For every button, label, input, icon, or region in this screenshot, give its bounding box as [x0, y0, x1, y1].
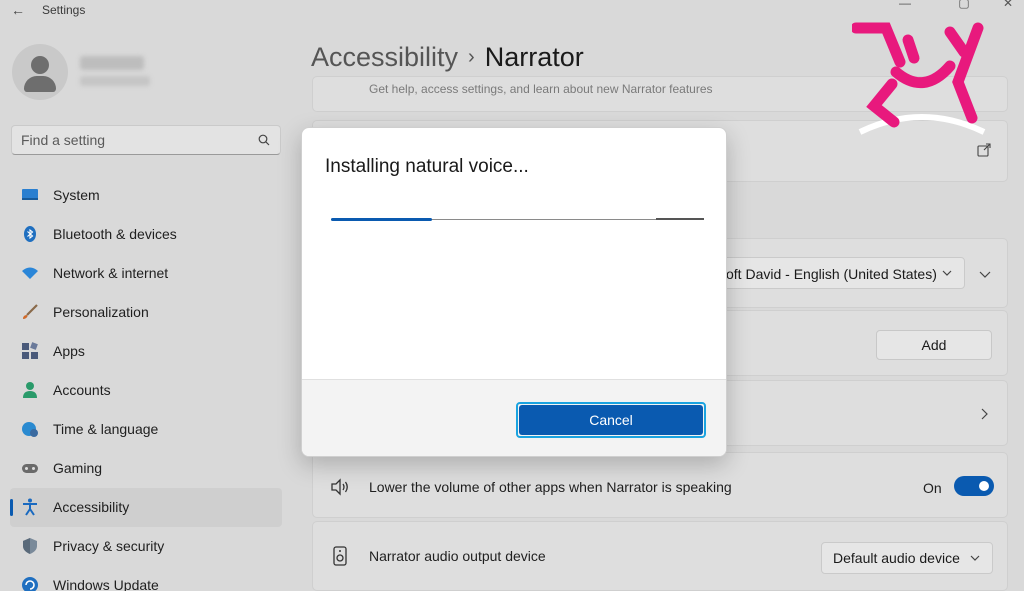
dialog-title: Installing natural voice... — [325, 156, 529, 177]
speaker-icon — [333, 546, 347, 566]
sidebar-item-label: Apps — [53, 343, 85, 359]
gamepad-icon — [22, 464, 38, 473]
sidebar-item-system[interactable]: System — [10, 176, 282, 215]
search-box[interactable] — [11, 125, 281, 155]
sidebar-item-label: Gaming — [53, 460, 103, 476]
voice-select[interactable]: oft David - English (United States) — [717, 257, 965, 289]
back-arrow-icon[interactable]: ← — [8, 0, 28, 20]
window-title: Settings — [42, 3, 86, 17]
audio-device-select[interactable]: Default audio device — [821, 542, 993, 574]
sidebar-item-label: Bluetooth & devices — [53, 226, 177, 242]
breadcrumb-separator: › — [468, 46, 475, 68]
chevron-right-icon — [981, 408, 988, 420]
lower-volume-toggle[interactable] — [954, 476, 994, 496]
close-button[interactable]: ✕ — [996, 0, 1020, 10]
chevron-down-icon — [942, 270, 952, 276]
toggle-knob — [979, 481, 989, 491]
maximize-button[interactable]: ▢ — [952, 0, 976, 10]
profile-email-redacted — [80, 76, 150, 86]
search-input[interactable] — [21, 131, 241, 149]
sidebar-item-accessibility[interactable]: Accessibility — [10, 488, 282, 527]
title-bar: ← Settings — ▢ ✕ — [0, 0, 1024, 22]
accessibility-icon — [23, 498, 37, 516]
shield-icon — [23, 538, 37, 554]
cancel-button[interactable]: Cancel — [516, 402, 706, 438]
progress-fill — [331, 218, 432, 221]
sidebar-item-label: Accounts — [53, 382, 111, 398]
sidebar-item-gaming[interactable]: Gaming — [10, 449, 282, 488]
lower-volume-card: Lower the volume of other apps when Narr… — [312, 452, 1008, 518]
breadcrumb: Accessibility › Narrator — [311, 42, 584, 73]
wifi-icon — [22, 267, 38, 279]
toggle-state-label: On — [923, 480, 942, 496]
audio-device-label: Narrator audio output device — [369, 548, 546, 564]
chevron-down-icon — [970, 555, 980, 561]
monitor-icon — [22, 189, 38, 200]
add-button[interactable]: Add — [876, 330, 992, 360]
avatar-head — [31, 56, 49, 74]
audio-device-value: Default audio device — [833, 550, 960, 566]
sidebar-item-accounts[interactable]: Accounts — [10, 371, 282, 410]
audio-device-card: Narrator audio output device Default aud… — [312, 521, 1008, 591]
sidebar-item-bluetooth[interactable]: Bluetooth & devices — [10, 215, 282, 254]
sidebar-item-label: Time & language — [53, 421, 159, 437]
progress-track-end — [656, 218, 704, 220]
cancel-button-label: Cancel — [519, 405, 703, 435]
sidebar-item-label: Network & internet — [53, 265, 169, 281]
expand-chevron-icon[interactable] — [979, 268, 991, 280]
sidebar-nav: System Bluetooth & devices Network & int… — [10, 176, 282, 591]
sidebar-item-label: Accessibility — [53, 499, 130, 515]
sidebar-item-label: Personalization — [53, 304, 149, 320]
page-title: Narrator — [484, 42, 584, 72]
selection-indicator — [10, 499, 13, 516]
bluetooth-icon — [24, 226, 36, 242]
sidebar-item-label: Windows Update — [53, 577, 159, 591]
dialog-footer: Cancel — [302, 379, 726, 456]
watermark-logo — [852, 22, 986, 135]
breadcrumb-parent[interactable]: Accessibility — [311, 42, 458, 72]
minimize-button[interactable]: — — [893, 0, 917, 10]
apps-icon — [22, 342, 38, 359]
sidebar-item-privacy[interactable]: Privacy & security — [10, 527, 282, 566]
narrator-home-description: Get help, access settings, and learn abo… — [369, 82, 713, 96]
sidebar-item-label: Privacy & security — [53, 538, 165, 554]
globe-clock-icon — [22, 422, 38, 437]
sidebar-item-windows-update[interactable]: Windows Update — [10, 566, 282, 591]
sidebar-item-label: System — [53, 187, 100, 203]
voice-select-value: oft David - English (United States) — [726, 266, 937, 282]
brush-icon — [23, 304, 38, 319]
lower-volume-label: Lower the volume of other apps when Narr… — [369, 479, 732, 495]
sidebar-item-network[interactable]: Network & internet — [10, 254, 282, 293]
sidebar-item-apps[interactable]: Apps — [10, 332, 282, 371]
speaker-volume-icon — [331, 478, 348, 496]
update-icon — [22, 577, 38, 591]
sidebar-item-personalization[interactable]: Personalization — [10, 293, 282, 332]
profile-name-redacted — [80, 56, 144, 70]
settings-window: ← Settings — ▢ ✕ System — [0, 0, 1024, 591]
install-progress-bar — [331, 218, 704, 221]
person-icon — [23, 382, 37, 398]
avatar-body — [24, 76, 56, 92]
sidebar-item-time-language[interactable]: Time & language — [10, 410, 282, 449]
install-voice-dialog: Installing natural voice... Cancel — [301, 127, 727, 457]
avatar[interactable] — [12, 44, 68, 100]
search-icon[interactable] — [258, 134, 270, 146]
